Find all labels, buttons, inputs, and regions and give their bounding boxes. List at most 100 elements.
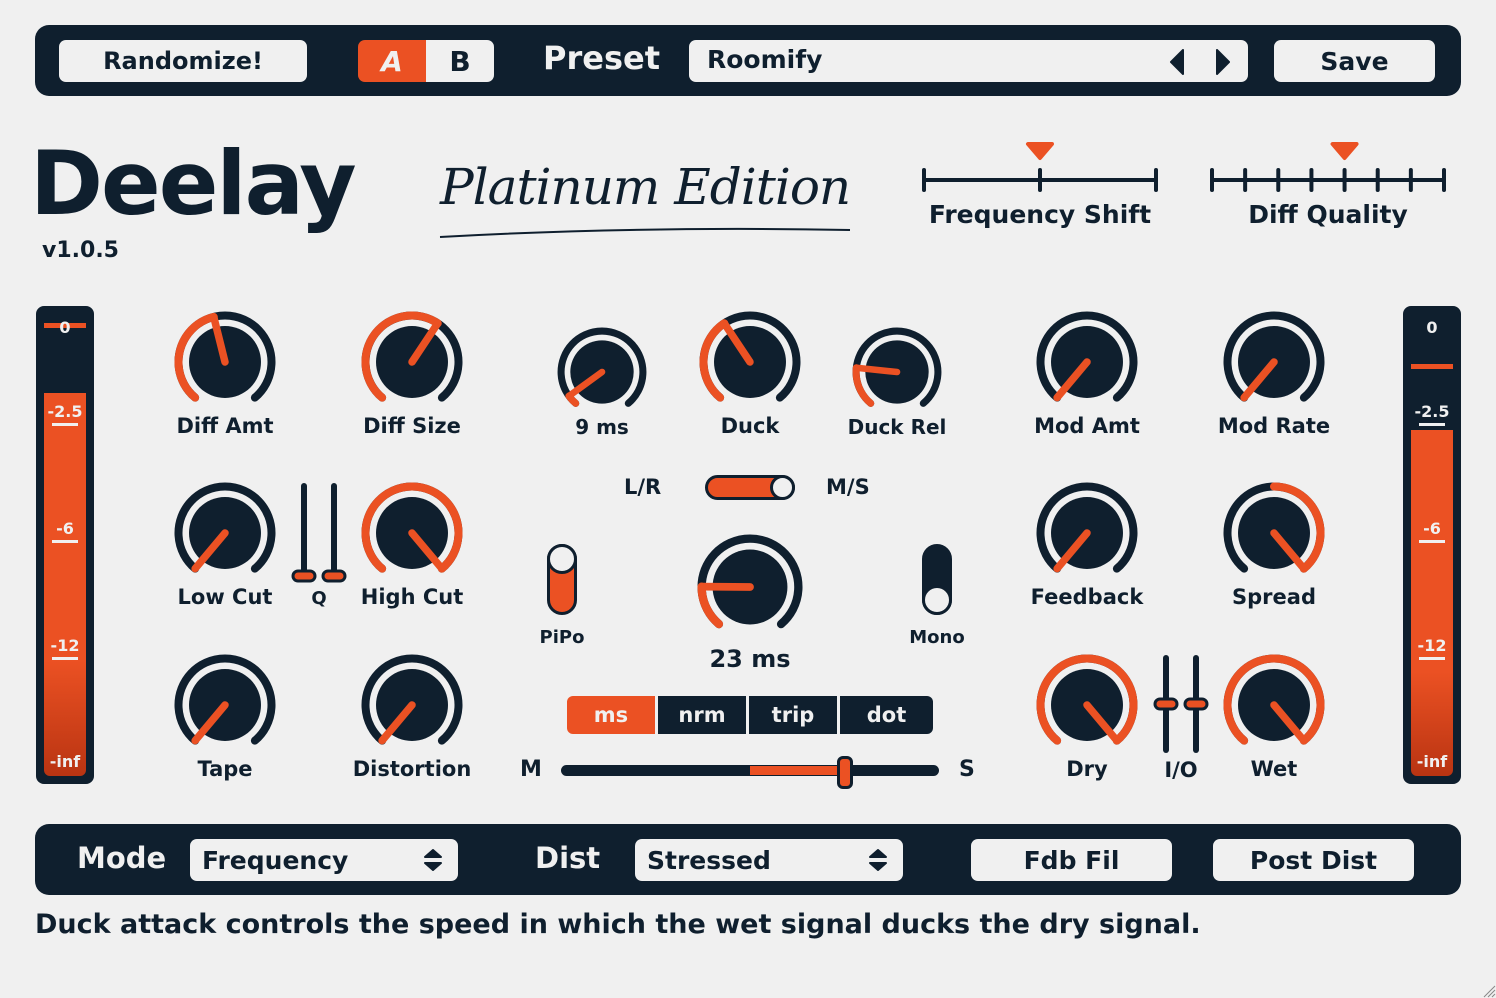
time-mode-nrm[interactable]: nrm <box>658 696 746 734</box>
high-cut-knob[interactable] <box>352 473 472 593</box>
knob-graphic <box>174 654 276 745</box>
edition-underline <box>439 227 851 238</box>
knob-graphic <box>361 311 463 402</box>
frequency-shift-label: Frequency Shift <box>928 200 1152 229</box>
mod-amt-label: Mod Amt <box>1034 414 1140 438</box>
preset-label: Preset <box>543 39 660 77</box>
slider-handle <box>1183 697 1209 711</box>
ms-label: M/S <box>826 475 870 499</box>
io-sliders[interactable] <box>1150 652 1212 756</box>
triangle-left-icon[interactable] <box>1167 49 1187 75</box>
duck-rel-knob[interactable] <box>843 318 951 426</box>
output-meter: 0 -2.5 -6 -12 -inf <box>1403 306 1461 784</box>
toggle-knob <box>547 544 577 574</box>
meter-tick-label: 0 <box>1426 318 1438 337</box>
dist-select[interactable]: Stressed <box>635 839 903 881</box>
wet-knob[interactable] <box>1214 645 1334 765</box>
app-title: Deelay <box>30 132 357 235</box>
meter-tick-label: -12 <box>36 636 94 660</box>
lr-label: L/R <box>624 475 662 499</box>
time-mode-ms[interactable]: ms <box>567 696 655 734</box>
knob-graphic <box>1036 482 1138 573</box>
fdb-fil-button[interactable]: Fdb Fil <box>971 839 1172 881</box>
meter-level-fill <box>44 392 86 776</box>
time-mode-dot[interactable]: dot <box>840 696 933 734</box>
slider-fill <box>750 766 845 775</box>
q-sliders[interactable] <box>288 480 350 586</box>
dist-value: Stressed <box>647 845 771 875</box>
duck-knob[interactable] <box>690 302 810 422</box>
knob-graphic <box>699 311 801 402</box>
knob-graphic <box>1223 482 1325 573</box>
mod-rate-knob[interactable] <box>1214 302 1334 422</box>
knob-graphic <box>557 327 647 407</box>
mid-side-slider[interactable] <box>561 756 939 789</box>
save-button[interactable]: Save <box>1274 40 1435 82</box>
bottom-bar: Mode Frequency Dist Stressed Fdb Fil Pos… <box>35 824 1461 895</box>
slider-handle[interactable] <box>836 756 853 789</box>
delay-time-knob[interactable] <box>688 525 812 649</box>
frequency-shift-selector[interactable] <box>918 136 1162 194</box>
ab-b-button[interactable]: B <box>426 40 494 82</box>
selector-marker-icon <box>1330 142 1359 160</box>
post-dist-button[interactable]: Post Dist <box>1213 839 1414 881</box>
knob-graphic <box>1036 311 1138 402</box>
slider-handle <box>291 569 317 583</box>
duck-label: Duck <box>720 414 780 438</box>
time-mode-trip[interactable]: trip <box>749 696 837 734</box>
meter-tick-label: -6 <box>1403 519 1461 543</box>
input-meter: 0 -2.5 -6 -12 -inf <box>36 306 94 784</box>
toggle-knob <box>922 585 952 615</box>
diff-size-knob[interactable] <box>352 302 472 422</box>
spread-knob[interactable] <box>1214 473 1334 593</box>
triangle-right-icon[interactable] <box>1213 49 1233 75</box>
io-label: I/O <box>1164 758 1198 782</box>
s-label: S <box>959 757 975 782</box>
dry-knob[interactable] <box>1027 645 1147 765</box>
wet-label: Wet <box>1250 757 1298 781</box>
duck-rel-label: Duck Rel <box>847 415 947 439</box>
top-bar: Randomize! A B Preset Roomify Save <box>35 25 1461 96</box>
pipo-label: PiPo <box>539 627 585 648</box>
ab-a-button[interactable]: A <box>358 40 426 82</box>
preset-field[interactable]: Roomify <box>689 40 1248 82</box>
diff-amt-knob[interactable] <box>165 302 285 422</box>
tape-knob[interactable] <box>165 645 285 765</box>
duck-attack-knob[interactable] <box>548 318 656 426</box>
mod-rate-label: Mod Rate <box>1217 414 1331 438</box>
mode-select[interactable]: Frequency <box>190 839 458 881</box>
mode-value: Frequency <box>202 845 349 875</box>
spread-label: Spread <box>1232 585 1316 609</box>
distortion-label: Distortion <box>352 757 472 781</box>
version-label: v1.0.5 <box>42 238 119 263</box>
low-cut-knob[interactable] <box>165 473 285 593</box>
randomize-button[interactable]: Randomize! <box>59 40 307 82</box>
knob-graphic <box>1223 311 1325 402</box>
tape-label: Tape <box>197 757 253 781</box>
high-cut-label: High Cut <box>360 585 464 609</box>
mono-label: Mono <box>909 627 965 648</box>
mono-toggle[interactable] <box>922 544 952 615</box>
mod-amt-knob[interactable] <box>1027 302 1147 422</box>
pipo-toggle[interactable] <box>547 544 577 615</box>
knob-graphic <box>361 654 463 745</box>
feedback-label: Feedback <box>1030 585 1144 609</box>
stereo-mode-toggle[interactable] <box>705 475 795 500</box>
diff-quality-selector[interactable] <box>1206 136 1450 194</box>
m-label: M <box>520 757 542 782</box>
knob-graphic <box>1036 654 1138 745</box>
knob-graphic <box>852 327 942 407</box>
meter-tick-label: -2.5 <box>1403 402 1461 426</box>
updown-icon <box>424 849 442 871</box>
edition-label: Platinum Edition <box>440 158 851 216</box>
low-cut-label: Low Cut <box>177 585 273 609</box>
knob-graphic <box>361 482 463 573</box>
distortion-knob[interactable] <box>352 645 472 765</box>
meter-tick-label: -inf <box>49 752 81 771</box>
resize-grip-icon[interactable] <box>1480 982 1496 998</box>
knob-pointer <box>853 364 901 376</box>
dry-label: Dry <box>1066 757 1108 781</box>
knob-graphic <box>174 311 276 402</box>
duck-attack-value: 9 ms <box>575 415 629 439</box>
feedback-knob[interactable] <box>1027 473 1147 593</box>
